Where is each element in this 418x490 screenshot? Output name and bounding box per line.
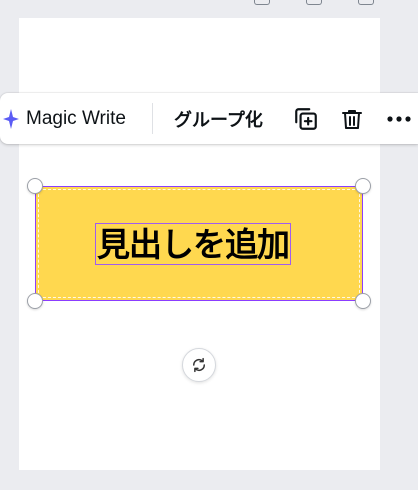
resize-handle-bottom-right[interactable]	[355, 293, 371, 309]
resize-handle-top-left[interactable]	[27, 178, 43, 194]
add-page-icon[interactable]	[358, 0, 374, 5]
resize-handle-top-right[interactable]	[355, 178, 371, 194]
lock-icon[interactable]	[254, 0, 270, 5]
top-toolbar-icons	[254, 0, 374, 5]
duplicate-page-icon[interactable]	[306, 0, 322, 5]
group-button[interactable]: グループ化	[174, 93, 263, 144]
heading-text[interactable]: 見出しを追加	[97, 228, 290, 261]
trash-icon	[342, 109, 362, 129]
rotate-icon	[192, 357, 206, 373]
delete-button[interactable]	[336, 93, 368, 144]
toolbar-divider	[152, 103, 153, 134]
resize-handle-bottom-left[interactable]	[27, 293, 43, 309]
duplicate-icon	[295, 107, 317, 130]
duplicate-button[interactable]	[290, 93, 322, 144]
magic-write-label: Magic Write	[26, 107, 126, 129]
context-toolbar: Magic Write グループ化	[0, 93, 418, 144]
more-button[interactable]	[382, 93, 416, 144]
more-icon	[387, 115, 411, 122]
group-label: グループ化	[174, 109, 263, 131]
rotate-button[interactable]	[182, 348, 216, 382]
magic-write-button[interactable]: Magic Write	[0, 93, 132, 144]
sparkle-icon	[3, 108, 19, 129]
heading-textbox[interactable]: 見出しを追加	[95, 223, 291, 265]
